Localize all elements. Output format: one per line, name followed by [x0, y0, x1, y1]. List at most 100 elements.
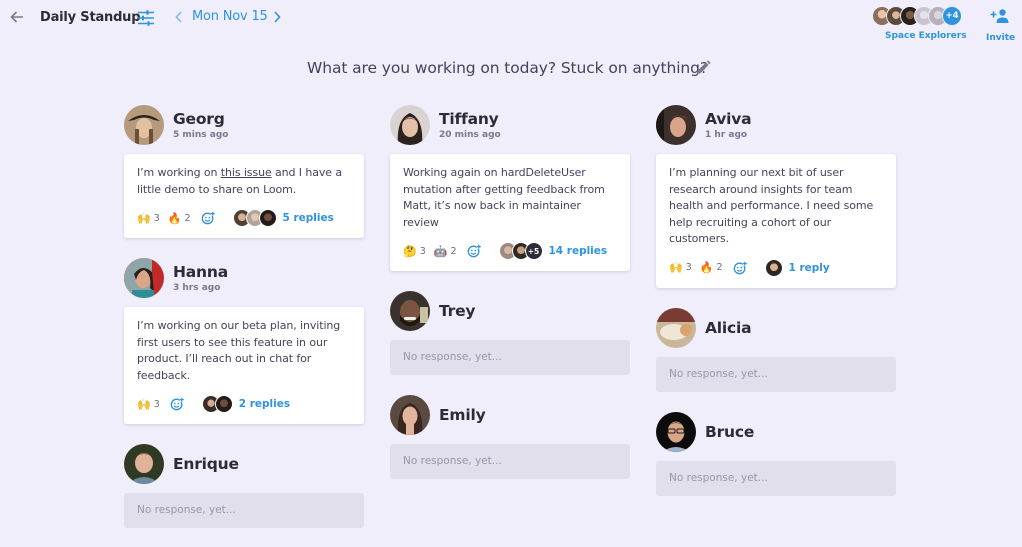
reaction-raised-hands[interactable]: 🙌 3	[669, 261, 692, 274]
text-segment: I’m working on	[137, 166, 221, 179]
reaction-count: 3	[153, 398, 160, 410]
invite-label: Invite	[986, 33, 1016, 43]
card-footer: 🙌 3 🔥 2 1 reply	[669, 258, 883, 278]
response-text: Working again on hardDeleteUser mutation…	[403, 166, 605, 229]
user-name: Trey	[439, 302, 476, 320]
response-header: Emily	[390, 395, 630, 435]
response-card: I’m planning our next bit of user resear…	[656, 154, 896, 288]
team-name[interactable]: Space Explorers	[885, 31, 967, 41]
raised-hands-icon: 🙌	[669, 261, 683, 274]
thinking-face-icon: 🤔	[403, 244, 417, 258]
arrow-left-icon	[10, 11, 23, 23]
response-time: 20 mins ago	[439, 130, 501, 140]
user-name: Tiffany	[439, 110, 499, 128]
user-name: Bruce	[705, 422, 755, 441]
avatar[interactable]	[656, 105, 696, 145]
reaction-count: 3	[685, 262, 692, 273]
invite-button[interactable]: Invite	[984, 8, 1016, 44]
reaction-fire[interactable]: 🔥 2	[168, 212, 191, 225]
reaction-raised-hands[interactable]: 🙌 3	[137, 398, 160, 411]
reaction-count: 2	[450, 245, 457, 257]
back-button[interactable]	[8, 8, 26, 26]
reaction-count: 3	[153, 212, 160, 224]
current-date[interactable]: Mon Nov 15	[192, 9, 268, 24]
reaction-count: 2	[184, 212, 191, 224]
card-footer: 🙌 3 2 replies	[137, 394, 351, 414]
avatar	[258, 209, 277, 227]
avatar[interactable]	[656, 411, 696, 452]
avatar	[214, 395, 233, 413]
chevron-right-icon	[274, 11, 281, 23]
user-name: Georg	[173, 110, 225, 128]
response-time: 5 mins ago	[173, 130, 229, 140]
replier-avatars	[764, 258, 783, 277]
sliders-icon	[138, 10, 154, 26]
add-reaction-icon[interactable]	[467, 244, 481, 258]
team-members[interactable]: +4 Space Explorers	[870, 6, 974, 41]
robot-icon: 🤖	[433, 244, 448, 258]
next-day-button[interactable]	[270, 9, 284, 25]
chevron-left-icon	[175, 11, 182, 23]
previous-day-button[interactable]	[172, 9, 186, 25]
response-enrique: Enrique No response, yet...	[124, 444, 364, 528]
reaction-raised-hands[interactable]: 🙌 3	[137, 212, 160, 225]
top-bar: Daily Standup Mon Nov 15 +4 Space Explor…	[0, 0, 1022, 43]
response-card: I’m working on this issue and I have a l…	[124, 154, 364, 238]
response-header: Georg 5 mins ago	[124, 105, 364, 145]
response-alicia: Alicia No response, yet...	[656, 307, 896, 392]
response-trey: Trey No response, yet...	[390, 291, 630, 375]
response-tiffany: Tiffany 20 mins ago Working again on har…	[390, 105, 630, 271]
empty-response: No response, yet...	[390, 444, 630, 479]
avatar[interactable]	[390, 291, 430, 331]
standup-question: What are you working on today? Stuck on …	[307, 59, 709, 77]
user-name: Emily	[439, 406, 486, 424]
column-1: Georg 5 mins ago I’m working on this iss…	[124, 105, 364, 547]
reaction-count: 3	[419, 245, 426, 257]
reaction-count: 2	[716, 262, 723, 273]
user-name: Enrique	[173, 455, 239, 473]
add-reaction-icon[interactable]	[170, 397, 184, 411]
user-name: Hanna	[173, 263, 228, 281]
reaction-robot[interactable]: 🤖 2	[434, 245, 457, 258]
replier-avatars: +5	[498, 242, 543, 260]
add-reaction-icon[interactable]	[733, 261, 747, 275]
avatar	[764, 258, 783, 277]
response-text: I’m planning our next bit of user resear…	[669, 166, 874, 245]
avatar[interactable]	[124, 444, 164, 484]
add-reaction-icon[interactable]	[201, 211, 215, 225]
page-title: Daily Standup	[40, 10, 141, 25]
raised-hands-icon: 🙌	[137, 397, 151, 411]
response-header: Bruce	[656, 411, 896, 452]
avatar[interactable]	[390, 395, 430, 435]
response-header: Tiffany 20 mins ago	[390, 105, 630, 145]
avatar[interactable]	[124, 258, 164, 298]
avatar[interactable]	[124, 105, 164, 145]
response-header: Trey	[390, 291, 630, 331]
replies-link[interactable]: 2 replies	[239, 398, 290, 410]
response-header: Enrique	[124, 444, 364, 484]
pencil-icon	[697, 60, 711, 74]
response-card: Working again on hardDeleteUser mutation…	[390, 154, 630, 271]
empty-response: No response, yet...	[656, 356, 896, 392]
response-header: Alicia	[656, 307, 896, 348]
replies-link[interactable]: 5 replies	[283, 212, 334, 224]
replier-avatars	[232, 209, 277, 227]
issue-link[interactable]: this issue	[221, 166, 272, 179]
reaction-fire[interactable]: 🔥 2	[700, 261, 723, 274]
settings-button[interactable]	[137, 9, 155, 27]
user-name: Alicia	[705, 318, 752, 337]
response-time: 1 hr ago	[705, 130, 748, 140]
reaction-thinking[interactable]: 🤔 3	[403, 245, 426, 258]
replies-link[interactable]: 14 replies	[549, 245, 608, 257]
avatar[interactable]	[656, 307, 696, 348]
response-georg: Georg 5 mins ago I’m working on this iss…	[124, 105, 364, 238]
response-hanna: Hanna 3 hrs ago I’m working on our beta …	[124, 258, 364, 424]
more-members-badge: +4	[942, 6, 962, 26]
replies-link[interactable]: 1 reply	[789, 262, 830, 274]
response-time: 3 hrs ago	[173, 283, 221, 293]
raised-hands-icon: 🙌	[137, 211, 151, 225]
response-emily: Emily No response, yet...	[390, 395, 630, 479]
avatar[interactable]	[390, 105, 430, 145]
edit-question-button[interactable]	[694, 59, 712, 77]
fire-icon: 🔥	[699, 261, 714, 274]
